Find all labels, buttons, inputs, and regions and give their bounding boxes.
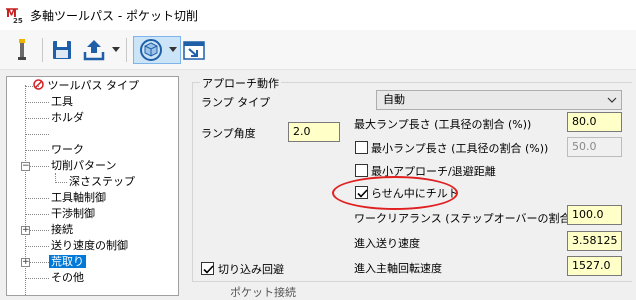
save-icon[interactable] [48, 36, 76, 64]
ramp-type-label: ランプ タイプ [201, 96, 271, 109]
tree-item-tool-axis-control[interactable]: 工具軸制御 [51, 190, 106, 206]
max-ramp-length-label: 最大ランプ長さ (工具径の割合 (%)) [354, 118, 532, 131]
min-ramp-length-checkbox[interactable] [355, 141, 368, 154]
tree-item-label: 工具 [51, 95, 73, 108]
tree-item-toolpath-type[interactable]: ツールパス タイプ [33, 78, 139, 94]
tree-item-roughing[interactable]: 荒取り [49, 254, 86, 270]
min-ramp-length-input[interactable]: 50.0 [567, 137, 622, 157]
chevron-down-icon [607, 97, 617, 103]
app-logo-icon: M 25 [6, 7, 23, 24]
tree-line [25, 102, 49, 103]
title-bar: M 25 多軸ツールパス - ポケット切削 [0, 0, 636, 30]
approach-spindle-label: 進入主軸回転速度 [354, 262, 442, 275]
tree-item-holder[interactable]: ホルダ [51, 110, 84, 126]
tree-item-workpiece[interactable]: ワーク [51, 142, 84, 158]
toolbar [0, 30, 636, 70]
checkmark-icon [203, 265, 214, 274]
tool-icon[interactable] [8, 36, 36, 64]
plunge-avoid-checkbox[interactable] [201, 262, 214, 275]
min-ramp-length-label: 最小ランプ長さ (工具径の割合 (%)) [371, 142, 549, 155]
tree-item-tool[interactable]: 工具 [51, 94, 73, 110]
tree-item-label: ホルダ [51, 111, 84, 124]
tree-item-label: 干渉制御 [51, 207, 95, 220]
tree-expand-toggle[interactable]: + [21, 226, 30, 235]
clearance-label: ワークリアランス (ステップオーバーの割合(%)) [354, 212, 594, 225]
highlight-annotation [332, 176, 458, 210]
tree-item-depth-step[interactable]: 深さステップ [69, 174, 135, 190]
approach-group-title: アプローチ動作 [200, 75, 281, 91]
window-arrow-icon[interactable] [180, 36, 208, 64]
plunge-avoid-label: 切り込み回避 [218, 263, 284, 276]
tree-item-label: 送り速度の制御 [51, 239, 128, 252]
tree-item-label: 接続 [51, 223, 73, 236]
window-title: 多軸ツールパス - ポケット切削 [30, 9, 198, 23]
tree-line [25, 198, 49, 199]
tree-item-label: 深さステップ [69, 175, 135, 188]
tree-item-label: 切削パターン [51, 159, 117, 172]
ramp-angle-label: ランプ角度 [201, 127, 256, 140]
tree-line [25, 214, 49, 215]
tree-item-feed-control[interactable]: 送り速度の制御 [51, 238, 128, 254]
tree-item-label: 荒取り [49, 255, 86, 268]
settings-tree: − + + ツールパス タイプ 工具 ホルダ ワーク 切削パターン 深さステップ… [6, 76, 179, 296]
toolbar-separator [42, 38, 43, 62]
tree-item-label: ツールパス タイプ [47, 79, 140, 92]
ramp-type-value: 自動 [383, 93, 405, 106]
tree-expand-toggle[interactable]: + [21, 258, 30, 267]
pocket-connection-group-title: ポケット接続 [230, 286, 296, 299]
tree-item-label: その他 [51, 271, 84, 284]
chevron-down-icon[interactable] [112, 47, 120, 53]
tree-item-interference-control[interactable]: 干渉制御 [51, 206, 95, 222]
tree-item-label: ワーク [51, 143, 84, 156]
chevron-down-icon[interactable] [169, 47, 177, 53]
approach-feed-label: 進入送り速度 [354, 237, 420, 250]
approach-feed-input[interactable]: 3.58125 [567, 231, 622, 251]
tree-line [25, 150, 49, 151]
tree-collapse-toggle[interactable]: − [21, 162, 30, 171]
tree-line [25, 134, 49, 135]
cube-view-icon[interactable] [137, 36, 165, 64]
clearance-input[interactable]: 100.0 [567, 205, 622, 225]
export-icon[interactable] [80, 36, 108, 64]
svg-text:25: 25 [13, 17, 23, 24]
ramp-angle-input[interactable]: 2.0 [288, 122, 340, 142]
toolbar-separator [126, 38, 127, 62]
tree-item-label: 工具軸制御 [51, 191, 106, 204]
tree-item-connection[interactable]: 接続 [51, 222, 73, 238]
approach-spindle-input[interactable]: 1527.0 [567, 256, 622, 276]
tree-line [25, 118, 49, 119]
tree-item-cut-pattern[interactable]: 切削パターン [51, 158, 116, 174]
tree-item-other[interactable]: その他 [51, 270, 84, 286]
tree-line [25, 278, 49, 279]
min-approach-distance-checkbox[interactable] [355, 164, 368, 177]
tree-line [25, 246, 49, 247]
tree-line [55, 182, 67, 183]
no-entry-icon [33, 79, 44, 90]
max-ramp-length-input[interactable]: 80.0 [567, 112, 622, 132]
ramp-type-select[interactable]: 自動 [376, 90, 622, 110]
